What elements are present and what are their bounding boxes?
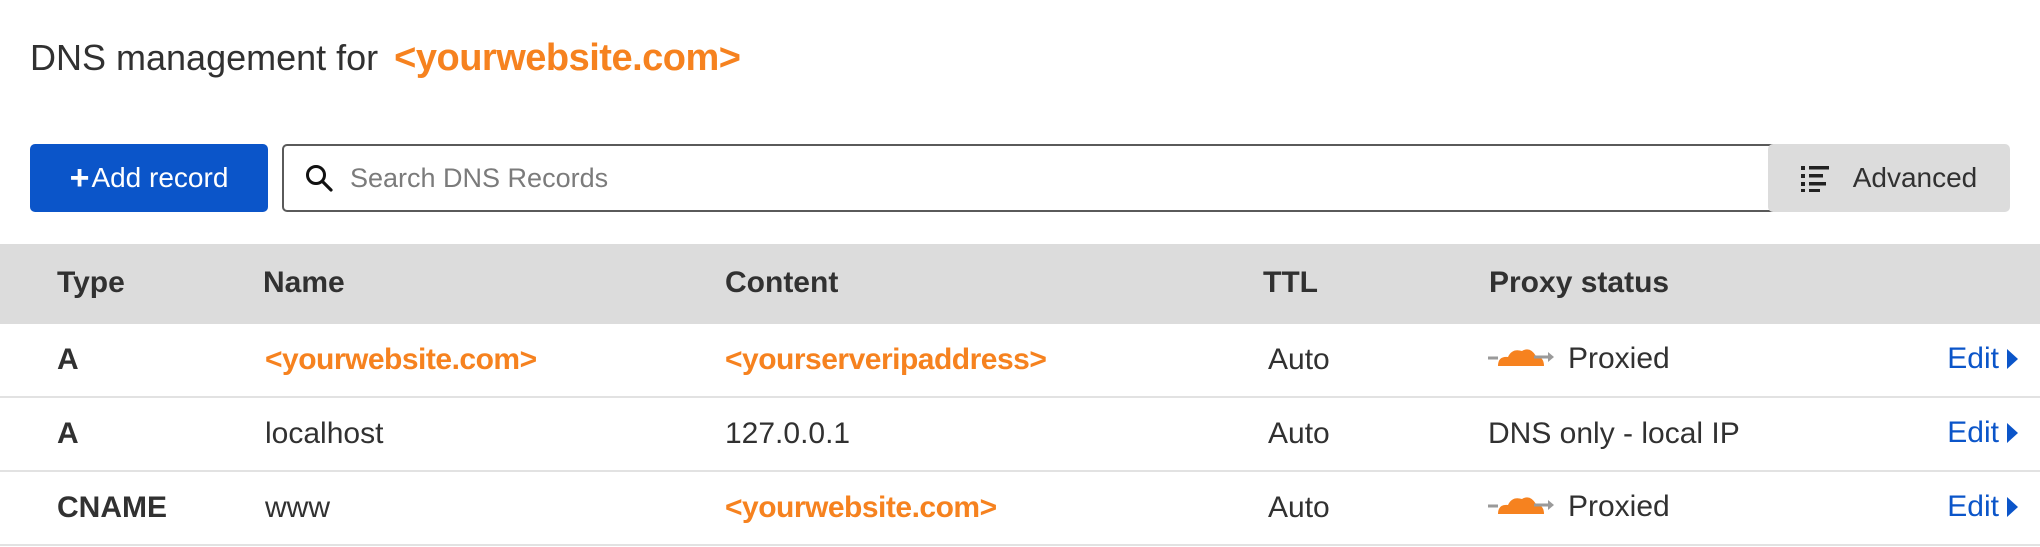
table-row[interactable]: A localhost 127.0.0.1 Auto DNS only - lo… bbox=[0, 398, 2040, 472]
orange-cloud-icon bbox=[1488, 497, 1554, 514]
search-input[interactable] bbox=[348, 161, 1752, 195]
record-ttl: Auto bbox=[1268, 417, 1330, 450]
page-title: DNS management for <yourwebsite.com> bbox=[30, 32, 741, 84]
column-header-proxy-status[interactable]: Proxy status bbox=[1489, 266, 1669, 300]
edit-label: Edit bbox=[1947, 342, 1999, 375]
edit-label: Edit bbox=[1947, 416, 1999, 449]
record-ttl: Auto bbox=[1268, 491, 1330, 524]
page-title-domain: <yourwebsite.com> bbox=[394, 36, 741, 79]
add-record-label: Add record bbox=[91, 162, 229, 193]
record-name: www bbox=[265, 491, 330, 524]
column-header-name[interactable]: Name bbox=[263, 266, 345, 300]
record-content: <yourserveripaddress> bbox=[725, 343, 1047, 376]
column-header-ttl[interactable]: TTL bbox=[1263, 266, 1318, 300]
caret-right-icon bbox=[2007, 423, 2018, 443]
proxy-status: Proxied bbox=[1488, 338, 1670, 376]
record-name: <yourwebsite.com> bbox=[265, 343, 537, 376]
search-icon bbox=[306, 165, 333, 192]
edit-record-link[interactable]: Edit bbox=[1947, 342, 2018, 376]
caret-right-icon bbox=[2007, 349, 2018, 369]
proxy-status-label: DNS only - local IP bbox=[1488, 417, 1740, 450]
search-box[interactable] bbox=[282, 144, 1784, 212]
table-row[interactable]: CNAME www <yourwebsite.com> Auto Proxied… bbox=[0, 472, 2040, 546]
proxy-status-label: Proxied bbox=[1568, 490, 1670, 523]
record-content: 127.0.0.1 bbox=[725, 417, 851, 450]
table-header: Type Name Content TTL Proxy status bbox=[0, 244, 2040, 324]
dns-management-page: DNS management for <yourwebsite.com> + A… bbox=[0, 0, 2040, 547]
record-content: <yourwebsite.com> bbox=[725, 491, 997, 524]
proxy-status: Proxied bbox=[1488, 486, 1670, 524]
dns-records-table: Type Name Content TTL Proxy status A <yo… bbox=[0, 244, 2040, 546]
page-title-text: DNS management for bbox=[30, 37, 379, 78]
column-header-content[interactable]: Content bbox=[725, 266, 838, 300]
add-record-button[interactable]: + Add record bbox=[30, 144, 268, 212]
proxy-status-label: Proxied bbox=[1568, 342, 1670, 375]
advanced-button[interactable]: Advanced bbox=[1768, 144, 2010, 212]
plus-icon: + bbox=[69, 159, 90, 197]
record-type: CNAME bbox=[57, 491, 167, 524]
caret-right-icon bbox=[2007, 497, 2018, 517]
list-icon bbox=[1800, 166, 1829, 192]
record-type: A bbox=[57, 417, 79, 450]
edit-record-link[interactable]: Edit bbox=[1947, 490, 2018, 524]
toolbar: + Add record Advanced bbox=[30, 144, 2010, 212]
column-header-type[interactable]: Type bbox=[57, 266, 125, 300]
record-type: A bbox=[57, 343, 79, 376]
advanced-label: Advanced bbox=[1852, 162, 1978, 193]
edit-label: Edit bbox=[1947, 490, 1999, 523]
record-name: localhost bbox=[265, 417, 384, 450]
table-row[interactable]: A <yourwebsite.com> <yourserveripaddress… bbox=[0, 324, 2040, 398]
record-ttl: Auto bbox=[1268, 343, 1330, 376]
orange-cloud-icon bbox=[1488, 349, 1554, 366]
edit-record-link[interactable]: Edit bbox=[1947, 416, 2018, 450]
